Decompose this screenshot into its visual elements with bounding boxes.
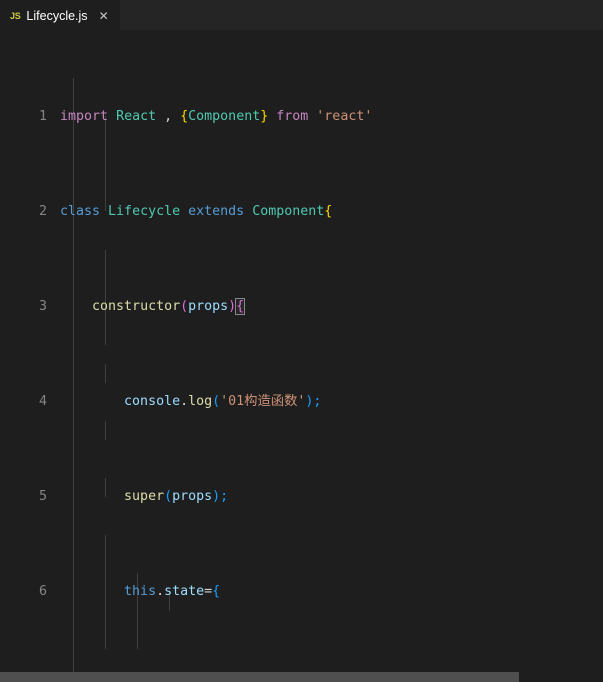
editor-tab-bar: JS Lifecycle.js ✕ bbox=[0, 0, 603, 31]
line-content[interactable]: super(props); bbox=[47, 487, 603, 506]
line-content[interactable]: import React , {Component} from 'react' bbox=[47, 107, 603, 126]
js-file-icon: JS bbox=[10, 11, 21, 21]
code-line[interactable]: 5 super(props); bbox=[0, 487, 603, 506]
token-super: super bbox=[124, 489, 165, 504]
token-brace: { bbox=[324, 204, 333, 219]
line-number: 1 bbox=[38, 109, 47, 124]
code-editor[interactable]: 1 import React , {Component} from 'react… bbox=[0, 31, 603, 682]
code-line[interactable]: 1 import React , {Component} from 'react… bbox=[0, 107, 603, 126]
token-paren-open: ( bbox=[180, 299, 189, 314]
line-number: 5 bbox=[38, 489, 47, 504]
token-base-class: Component bbox=[252, 204, 325, 219]
token-brace-open: { bbox=[180, 109, 189, 124]
horizontal-scrollbar-thumb[interactable] bbox=[0, 672, 519, 682]
overview-ruler[interactable] bbox=[589, 31, 603, 682]
token-dot: . bbox=[156, 584, 165, 599]
token-log: log bbox=[188, 394, 213, 409]
line-content[interactable]: class Lifecycle extends Component{ bbox=[47, 202, 603, 221]
line-content[interactable]: constructor(props){ bbox=[47, 297, 603, 316]
token-paren-open: ( bbox=[164, 489, 173, 504]
line-content[interactable]: console.log('01构造函数'); bbox=[47, 392, 603, 411]
token-module-string: 'react' bbox=[316, 109, 373, 124]
token-string: '01构造函数' bbox=[220, 394, 306, 409]
code-lines[interactable]: 1 import React , {Component} from 'react… bbox=[0, 31, 603, 682]
token-paren-open: ( bbox=[212, 394, 221, 409]
horizontal-scrollbar[interactable] bbox=[0, 672, 603, 682]
token-brace-match: { bbox=[235, 298, 246, 315]
tab-label: Lifecycle.js bbox=[26, 9, 88, 23]
token-comma: , bbox=[164, 109, 173, 124]
token-props-param: props bbox=[188, 299, 229, 314]
line-content[interactable]: this.state={ bbox=[47, 582, 603, 601]
token-console: console bbox=[124, 394, 181, 409]
token-react: React bbox=[116, 109, 157, 124]
token-tail: ); bbox=[305, 394, 322, 409]
tab-lifecycle-js[interactable]: JS Lifecycle.js ✕ bbox=[0, 0, 121, 31]
token-class: class bbox=[60, 204, 101, 219]
token-from: from bbox=[276, 109, 309, 124]
token-dot: . bbox=[180, 394, 189, 409]
tab-bar-empty-space bbox=[120, 0, 603, 30]
token-equals: = bbox=[204, 584, 213, 599]
line-number: 6 bbox=[38, 584, 47, 599]
token-extends: extends bbox=[188, 204, 245, 219]
token-class-name: Lifecycle bbox=[108, 204, 181, 219]
line-number: 4 bbox=[38, 394, 47, 409]
line-number: 3 bbox=[38, 299, 47, 314]
token-component: Component bbox=[188, 109, 261, 124]
token-props: props bbox=[172, 489, 213, 504]
token-constructor: constructor bbox=[92, 299, 181, 314]
code-line[interactable]: 3 constructor(props){ bbox=[0, 297, 603, 316]
token-brace: { bbox=[212, 584, 221, 599]
token-this: this bbox=[124, 584, 157, 599]
token-paren-close: ) bbox=[228, 299, 237, 314]
close-icon[interactable]: ✕ bbox=[97, 9, 111, 23]
token-tail: ); bbox=[212, 489, 229, 504]
token-brace-close: } bbox=[260, 109, 269, 124]
code-line[interactable]: 4 console.log('01构造函数'); bbox=[0, 392, 603, 411]
token-import: import bbox=[60, 109, 109, 124]
token-state: state bbox=[164, 584, 205, 599]
code-line[interactable]: 6 this.state={ bbox=[0, 582, 603, 601]
line-number: 2 bbox=[38, 204, 47, 219]
code-line[interactable]: 2 class Lifecycle extends Component{ bbox=[0, 202, 603, 221]
